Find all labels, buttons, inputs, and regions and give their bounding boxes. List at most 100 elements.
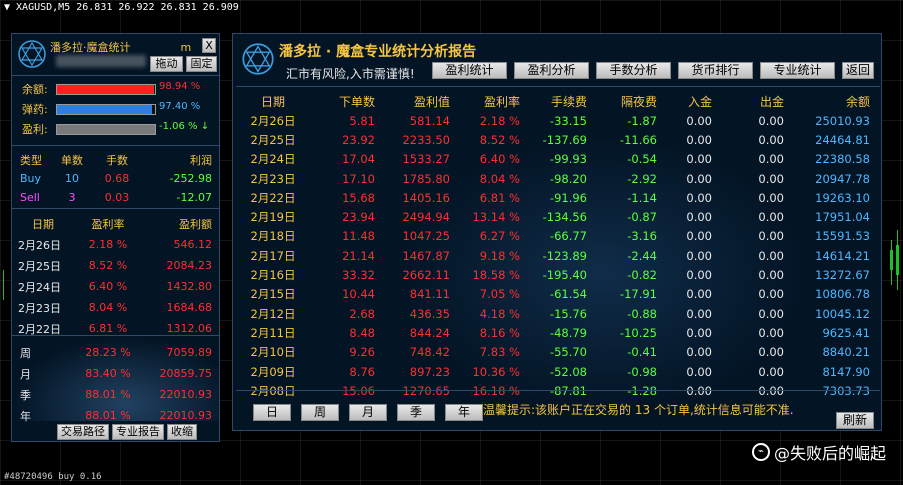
metric-label: 余额: [22, 83, 48, 96]
column-header: 盈利率 [483, 94, 520, 109]
period-month-button[interactable]: 月 [349, 404, 387, 421]
row-balance: 20947.78 [815, 171, 870, 186]
table-row: 2月26日 5.81 581.14 2.18 % -33.15 -1.87 0.00 0.00… [243, 111, 870, 130]
row-rate: 18.58 % [472, 268, 520, 283]
column-header: 手数 [106, 153, 128, 167]
metric-label: 弹药: [22, 103, 48, 116]
row-fee: -195.40 [542, 268, 587, 283]
row-balance: 10806.78 [815, 287, 870, 302]
history-amount: 2084.23 [166, 259, 213, 272]
row-fee: -61.54 [549, 287, 587, 302]
tab-pro-stats[interactable]: 专业统计 [760, 62, 835, 79]
period-year-button[interactable]: 年 [445, 404, 483, 421]
back-button[interactable]: 返回 [842, 62, 874, 79]
row-orders: 15.68 [342, 190, 375, 205]
drag-button[interactable]: 拖动 [150, 56, 183, 72]
column-header: 类型 [20, 153, 42, 167]
row-orders: 33.32 [342, 268, 375, 283]
summary-panel-title: 潘多拉·魔盒统计 m [50, 41, 192, 54]
row-swap: -0.88 [627, 306, 657, 321]
row-swap: -0.87 [627, 210, 657, 225]
column-header: 日期 [32, 217, 54, 231]
table-row: 2月17日 21.14 1467.87 9.18 % -123.89 -2.44 0.00 0… [243, 246, 870, 265]
tab-profit-stats[interactable]: 盈利统计 [432, 62, 507, 79]
table-row: 2月24日 6.40 % 1432.80 [12, 276, 212, 297]
row-rate: 8.52 % [479, 132, 520, 147]
pro-report-button[interactable]: 专业报告 [112, 424, 164, 440]
row-deposit: 0.00 [686, 364, 712, 379]
row-swap: -1.14 [627, 190, 657, 205]
column-header: 盈利率 [91, 217, 125, 231]
positions-table: 类型 单数 手数 利润 Buy 10 0.68 -252.98 Sell 3 0… [12, 150, 212, 207]
row-profit: 1467.87 [402, 248, 450, 263]
period-quarter-button[interactable]: 季 [397, 404, 435, 421]
row-date: 2月10日 [250, 345, 296, 360]
daily-stats-table: 日期 下单数 盈利值 盈利率 手续费 隔夜费 入金 出金 余额 2月26日 5.8… [243, 91, 870, 400]
candle-wick [3, 270, 4, 300]
row-balance: 9625.41 [822, 325, 870, 340]
row-orders: 8.76 [349, 364, 375, 379]
period-amount: 22010.93 [159, 409, 213, 422]
table-row: 2月10日 9.26 748.42 7.83 % -55.70 -0.41 0.00 0.00… [243, 343, 870, 362]
fix-button[interactable]: 固定 [186, 56, 217, 72]
row-swap: -11.66 [619, 132, 657, 147]
daily-stats-body: 2月26日 5.81 581.14 2.18 % -33.15 -1.87 0.00 0.00… [243, 111, 870, 400]
tab-profit-analysis[interactable]: 盈利分析 [514, 62, 589, 79]
row-withdraw: 0.00 [758, 268, 784, 283]
row-date: 2月12日 [250, 306, 296, 321]
summary-panel[interactable]: 潘多拉·魔盒统计 m X 拖动 固定 余额: 98.94 % 弹药: 97.40 … [11, 33, 220, 442]
refresh-button[interactable]: 刷新 [836, 412, 874, 429]
row-fee: -33.15 [549, 113, 587, 128]
row-withdraw: 0.00 [758, 210, 784, 225]
row-swap: -0.54 [627, 152, 657, 167]
close-button[interactable]: X [202, 38, 216, 53]
tab-currency-ranking[interactable]: 货币排行 [678, 62, 753, 79]
row-date: 2月11日 [250, 325, 296, 340]
row-date: 2月25日 [250, 132, 296, 147]
divider [236, 86, 880, 87]
table-row: 2月18日 11.48 1047.25 6.27 % -66.77 -3.16 0.00 0.… [243, 227, 870, 246]
row-balance: 17951.04 [815, 210, 870, 225]
row-date: 2月19日 [250, 210, 296, 225]
row-balance: 8840.21 [822, 345, 870, 360]
report-panel[interactable]: 潘多拉 · 魔盒专业统计分析报告 汇市有风险,入市需谨慎! 盈利统计 盈利分析 … [232, 33, 882, 431]
row-deposit: 0.00 [686, 306, 712, 321]
tab-lot-analysis[interactable]: 手数分析 [596, 62, 671, 79]
row-fee: -15.76 [549, 306, 587, 321]
row-deposit: 0.00 [686, 268, 712, 283]
row-fee: -55.70 [549, 345, 587, 360]
progress-bar [56, 104, 156, 115]
chart-symbol-title: ▼ XAGUSD,M5 26.831 26.922 26.831 26.909 [4, 2, 239, 13]
column-header: 下单数 [338, 94, 375, 109]
row-withdraw: 0.00 [758, 171, 784, 186]
period-rate: 28.23 % [85, 346, 131, 359]
progress-fill [57, 125, 155, 134]
period-label: 年 [20, 409, 31, 423]
history-date: 2月25日 [18, 259, 61, 273]
position-lots: 0.68 [104, 172, 130, 185]
period-week-button[interactable]: 周 [301, 404, 339, 421]
history-rate: 8.52 % [88, 259, 128, 272]
period-label: 季 [20, 388, 31, 402]
position-count: 3 [68, 191, 76, 204]
candle [890, 250, 893, 270]
row-withdraw: 0.00 [758, 325, 784, 340]
row-balance: 25010.93 [815, 113, 870, 128]
position-profit: -12.07 [176, 191, 212, 204]
row-rate: 9.18 % [479, 248, 520, 263]
metric-value: 98.94 % [159, 81, 201, 92]
weibo-icon: ⌁ [752, 443, 770, 461]
trade-path-button[interactable]: 交易路径 [57, 424, 109, 440]
row-balance: 15591.53 [815, 229, 870, 244]
row-deposit: 0.00 [686, 229, 712, 244]
collapse-button[interactable]: 收缩 [167, 424, 197, 440]
history-rate: 6.40 % [88, 280, 128, 293]
report-title: 潘多拉 · 魔盒专业统计分析报告 [279, 44, 477, 60]
progress-fill [57, 85, 154, 94]
period-day-button[interactable]: 日 [253, 404, 291, 421]
positions-section: 类型 单数 手数 利润 Buy 10 0.68 -252.98 Sell 3 0… [12, 145, 219, 208]
row-profit: 1047.25 [402, 229, 450, 244]
table-row: 2月15日 10.44 841.11 7.05 % -61.54 -17.91 0.00 0.… [243, 285, 870, 304]
history-table: 日期 盈利率 盈利额 2月26日 2.18 % 546.12 2月25日 8.52 %… [12, 213, 212, 339]
table-row: 2月24日 17.04 1533.27 6.40 % -99.93 -0.54 0.00 0.… [243, 150, 870, 169]
